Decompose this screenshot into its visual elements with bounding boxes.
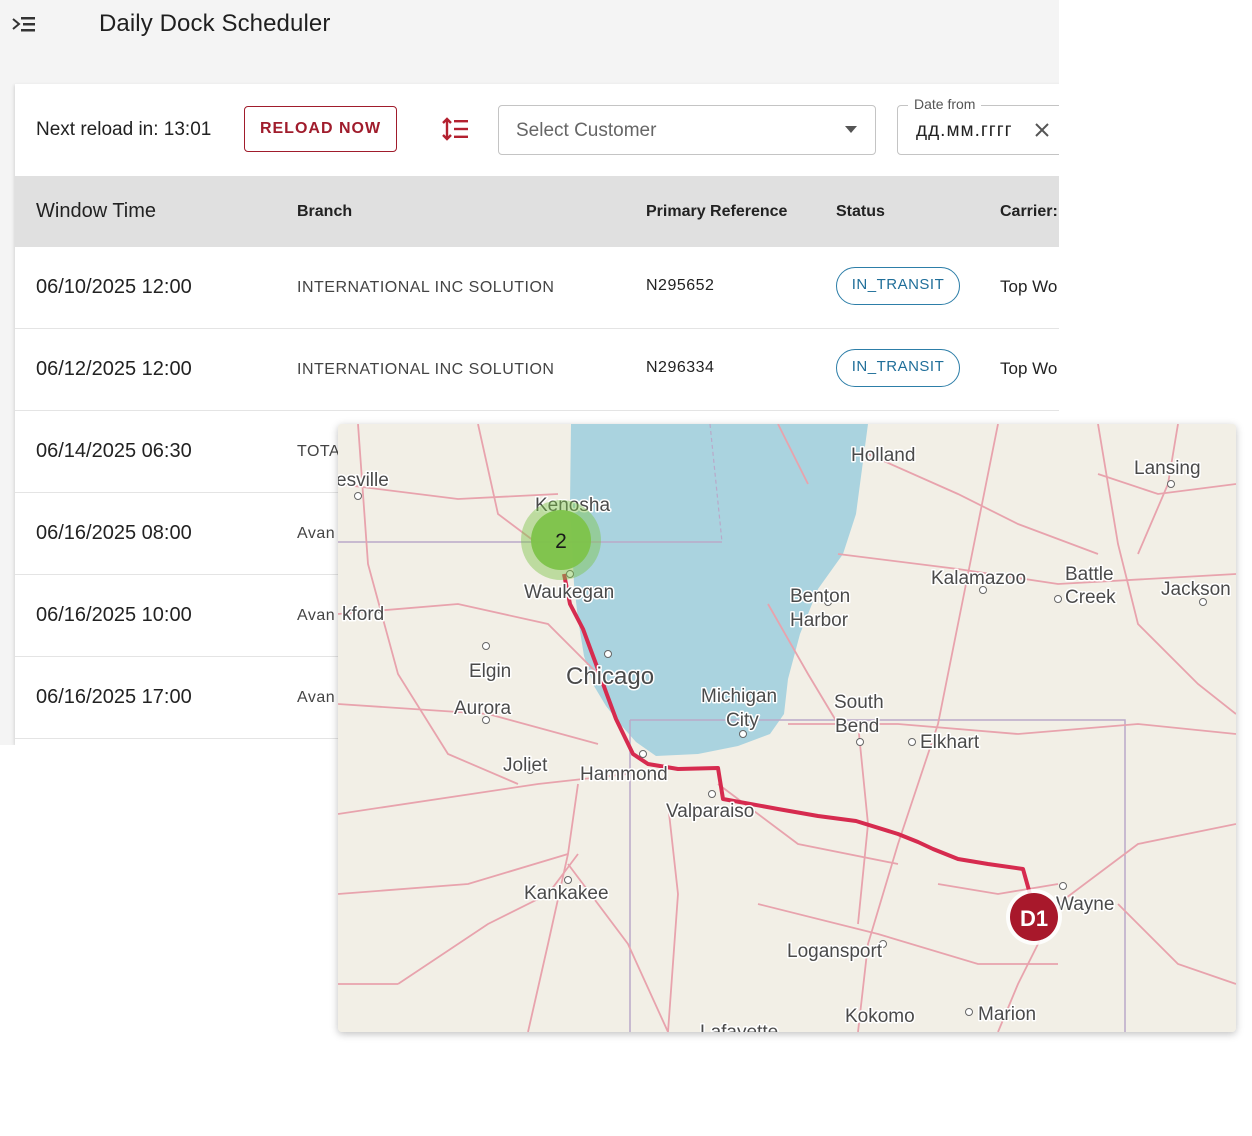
table-header: Window Time Branch Primary Reference Sta…: [15, 176, 1059, 247]
reload-now-button[interactable]: RELOAD NOW: [244, 106, 397, 152]
column-header-carrier[interactable]: Carrier:: [1000, 176, 1058, 247]
city-label-jackson: Jackson: [1161, 579, 1231, 600]
route-map[interactable]: Holland Lansing Kenosha esville Kalamazo…: [338, 424, 1236, 1032]
cell-window-time: 06/14/2025 06:30: [36, 440, 192, 462]
cell-window-time: 06/16/2025 10:00: [36, 604, 192, 626]
column-header-primary-reference[interactable]: Primary Reference: [646, 176, 787, 247]
date-from-field[interactable]: Date from дд.мм.гггг: [897, 96, 1059, 155]
customer-select-placeholder: Select Customer: [516, 120, 657, 141]
city-label-elgin: Elgin: [469, 661, 511, 682]
city-label-lansing: Lansing: [1134, 458, 1201, 479]
city-label-waukegan: Waukegan: [524, 582, 614, 603]
city-label-elkhart: Elkhart: [920, 732, 980, 753]
city-label-battle: Battle: [1065, 564, 1114, 585]
cell-primary-reference: N296334: [646, 359, 715, 376]
cell-window-time: 06/10/2025 12:00: [36, 276, 192, 298]
cell-branch: INTERNATIONAL INC SOLUTION: [297, 361, 555, 378]
city-label-south: South: [834, 692, 884, 713]
city-label-bend: Bend: [835, 716, 879, 737]
city-label-kokomo: Kokomo: [845, 1006, 915, 1027]
close-icon[interactable]: [1033, 121, 1051, 139]
cell-carrier: Top Wo: [1000, 277, 1058, 296]
column-header-window-time[interactable]: Window Time: [36, 176, 156, 247]
city-label-creek: Creek: [1065, 587, 1116, 608]
table-row[interactable]: 06/10/2025 12:00 INTERNATIONAL INC SOLUT…: [15, 247, 1059, 329]
sort-icon[interactable]: [441, 116, 471, 142]
column-header-branch[interactable]: Branch: [297, 176, 352, 247]
city-label-chicago: Chicago: [566, 663, 654, 690]
cell-window-time: 06/12/2025 12:00: [36, 358, 192, 380]
city-label-hammond: Hammond: [580, 764, 668, 785]
city-label-wayne: Wayne: [1056, 894, 1114, 915]
city-label-benton: Benton: [790, 586, 850, 607]
city-label-logansport: Logansport: [787, 941, 883, 962]
city-label-aurora: Aurora: [454, 698, 511, 719]
city-label-lafayette: Lafayette: [700, 1022, 778, 1032]
cell-branch: TOTA: [297, 443, 341, 460]
city-label-marion: Marion: [978, 1004, 1036, 1025]
cell-branch: Avan: [297, 525, 336, 542]
table-row[interactable]: 06/12/2025 12:00 INTERNATIONAL INC SOLUT…: [15, 329, 1059, 411]
city-label-kankakee: Kankakee: [524, 883, 609, 904]
city-label-holland: Holland: [851, 445, 915, 466]
destination-marker[interactable]: D1: [1006, 889, 1062, 945]
cell-window-time: 06/16/2025 17:00: [36, 686, 192, 708]
cell-carrier: Top Wo: [1000, 359, 1058, 378]
cluster-count: 2: [555, 530, 567, 553]
status-badge: IN_TRANSIT: [836, 267, 960, 305]
cell-branch: Avan: [297, 689, 336, 706]
chevron-down-icon: [845, 126, 857, 133]
toolbar: Next reload in: 13:01 RELOAD NOW Select …: [15, 84, 1059, 176]
city-label-valparaiso: Valparaiso: [666, 801, 754, 822]
cell-window-time: 06/16/2025 08:00: [36, 522, 192, 544]
city-label-janesville: esville: [338, 470, 389, 491]
cell-branch: Avan: [297, 607, 336, 624]
city-label-michigan: Michigan: [701, 686, 777, 707]
date-from-label: Date from: [908, 96, 982, 112]
cell-primary-reference: N295652: [646, 277, 715, 294]
city-label-kalamazoo: Kalamazoo: [931, 568, 1026, 589]
status-badge: IN_TRANSIT: [836, 349, 960, 387]
date-from-input[interactable]: дд.мм.гггг: [916, 120, 1013, 142]
column-header-status[interactable]: Status: [836, 176, 885, 247]
page-title: Daily Dock Scheduler: [99, 10, 331, 37]
app-bar: Daily Dock Scheduler: [0, 0, 1059, 84]
customer-select[interactable]: Select Customer: [498, 105, 876, 155]
cluster-marker[interactable]: 2: [521, 500, 601, 580]
reload-countdown: Next reload in: 13:01: [36, 119, 212, 140]
cell-branch: INTERNATIONAL INC SOLUTION: [297, 279, 555, 296]
menu-collapse-icon[interactable]: [10, 14, 38, 38]
city-label-city: City: [726, 710, 759, 731]
city-label-joliet: Joliet: [503, 755, 548, 776]
city-label-rockford: kford: [342, 604, 384, 625]
city-label-harbor: Harbor: [790, 610, 849, 631]
destination-label: D1: [1020, 906, 1048, 931]
